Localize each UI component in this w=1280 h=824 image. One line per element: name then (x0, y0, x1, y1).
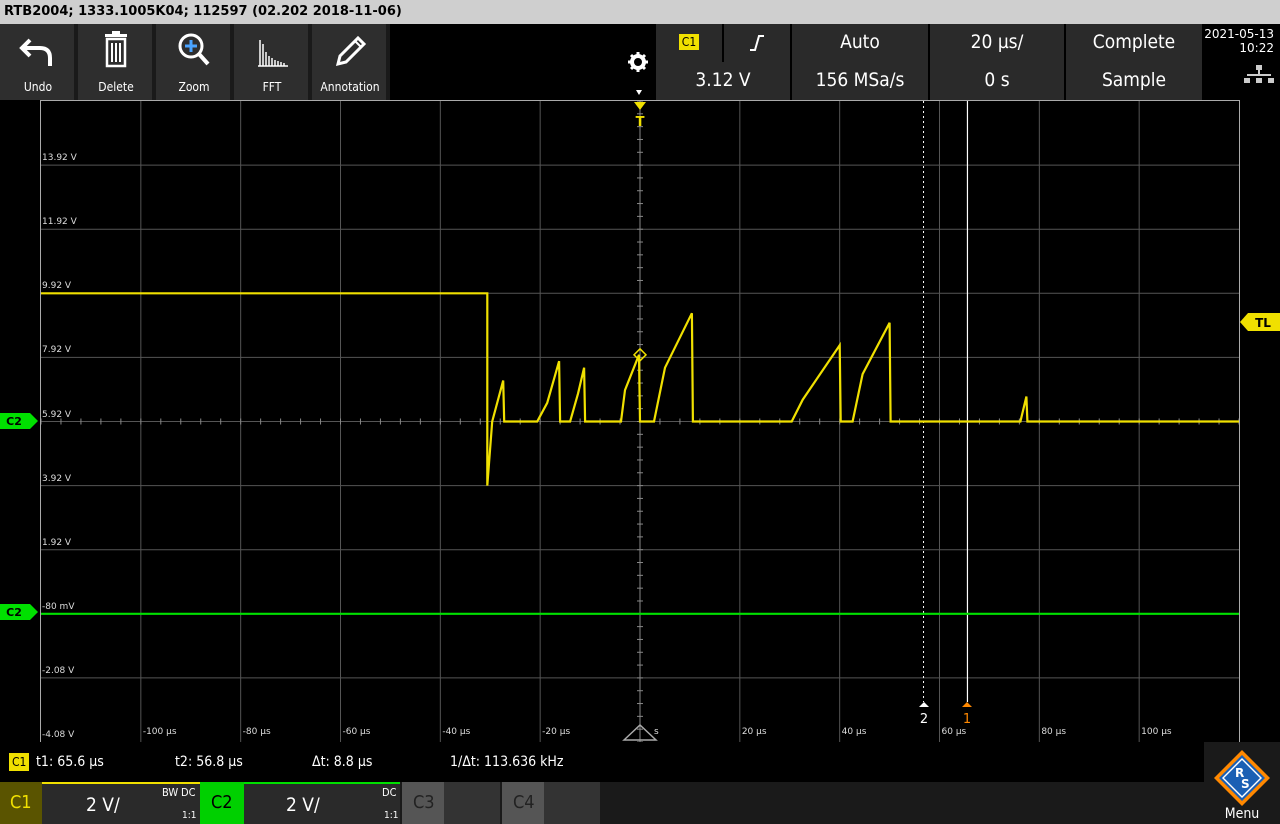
menu-label: Menu (1224, 806, 1260, 822)
rising-edge-icon (750, 35, 764, 51)
acquisition-state-box[interactable]: Complete (1066, 24, 1202, 62)
zoom-label: Zoom (178, 80, 210, 94)
c2-settings[interactable]: 2 V/ DC 1:1 (244, 782, 400, 824)
zoom-icon (178, 33, 210, 66)
c4-label: C4 (513, 792, 535, 813)
delete-label: Delete (98, 80, 134, 94)
cursor-1-label: 1 (963, 712, 971, 726)
c1-button[interactable]: C1 (0, 782, 42, 824)
c1-probe: 1:1 (182, 810, 197, 821)
cursor-t2: t2: 56.8 µs (175, 754, 243, 770)
x-tick-label: -40 µs (442, 727, 471, 737)
c2-ground-marker[interactable]: C2 (0, 604, 38, 620)
y-tick-label: -4.08 V (42, 730, 75, 740)
c1-scale: 2 V/ (86, 794, 120, 816)
datetime: 2021-05-13 10:22 (1204, 24, 1280, 100)
c4-button[interactable]: C4 (502, 782, 544, 824)
c2-ground-label: C2 (6, 606, 22, 619)
fft-button[interactable]: FFT (234, 24, 310, 100)
undo-label: Undo (23, 80, 53, 94)
rs-logo-icon: R S (1214, 750, 1270, 806)
c2-probe: 1:1 (384, 810, 399, 821)
chevron-down-icon (636, 90, 642, 95)
x-tick-label: -60 µs (342, 727, 371, 737)
y-tick-label: -80 mV (42, 601, 75, 612)
x-tick-label: -20 µs (542, 727, 571, 737)
c3-settings[interactable] (444, 782, 500, 824)
c1-settings[interactable]: 2 V/ BW DC 1:1 (42, 782, 200, 824)
c1-label: C1 (10, 792, 32, 813)
waveform-plot (41, 101, 1239, 742)
cursor-t1: t1: 65.6 µs (36, 754, 104, 770)
trash-icon (105, 31, 127, 68)
c2-coupling: DC (382, 786, 397, 799)
c2-label: C2 (211, 792, 233, 813)
x-tick-label: 80 µs (1041, 727, 1067, 737)
trigger-position-marker[interactable]: T (632, 100, 648, 130)
sample-rate-box[interactable]: 156 MSa/s (792, 62, 928, 100)
delete-button[interactable]: Delete (78, 24, 154, 100)
menu-button[interactable]: R S Menu (1204, 742, 1280, 824)
y-tick-label: 1.92 V (42, 537, 72, 548)
channel-bar: C1 2 V/ BW DC 1:1 C2 2 V/ DC 1:1 C3 C4 (0, 782, 1280, 824)
trigger-mode-box[interactable]: Auto (792, 24, 928, 62)
time-text: 10:22 (1239, 41, 1274, 55)
y-tick-label: 7.92 V (42, 345, 72, 356)
y-tick-label: 5.92 V (42, 409, 72, 420)
trigger-slope-box[interactable] (724, 24, 790, 62)
c2-offset-marker[interactable]: C2 (0, 413, 38, 429)
acquisition-mode-box[interactable]: Sample (1066, 62, 1202, 100)
c2-offset-label: C2 (6, 415, 22, 428)
gear-icon[interactable] (624, 50, 652, 80)
undo-button[interactable]: Undo (0, 24, 76, 100)
trigger-source-box[interactable]: C1 (656, 24, 722, 62)
y-tick-label: 9.92 V (42, 281, 72, 292)
trigger-level-marker[interactable]: TL (1240, 313, 1280, 331)
annotation-button[interactable]: Annotation (312, 24, 388, 100)
cursor-2-label: 2 (920, 712, 928, 726)
fft-icon (258, 40, 288, 67)
x-tick-label: 40 µs (841, 727, 867, 737)
annotation-label: Annotation (320, 80, 380, 94)
trigger-level-label: TL (1255, 316, 1271, 330)
c2-button[interactable]: C2 (200, 782, 244, 824)
zoom-button[interactable]: Zoom (156, 24, 232, 100)
x-tick-label: 60 µs (941, 727, 967, 737)
y-tick-label: 13.92 V (42, 153, 77, 164)
x-tick-label: 20 µs (741, 727, 767, 737)
cursor-2-marker[interactable]: 2 (916, 700, 932, 726)
y-tick-label: 3.92 V (42, 473, 72, 484)
trigger-channel-badge: C1 (678, 34, 700, 50)
y-tick-label: -2.08 V (42, 665, 75, 676)
window-title: RTB2004; 1333.1005K04; 112597 (02.202 20… (0, 0, 1280, 24)
rs-logo-s: S (1241, 777, 1250, 791)
c1-coupling: DC (181, 786, 196, 799)
trigger-level-box[interactable]: 3.12 V (656, 62, 790, 100)
cursor-1-marker[interactable]: 1 (959, 700, 975, 726)
cursor-inverse-delta-t: 1/Δt: 113.636 kHz (450, 754, 564, 770)
waveform-display[interactable] (40, 100, 1240, 742)
cursor-delta-t: Δt: 8.8 µs (312, 754, 373, 770)
x-tick-label: -100 µs (142, 727, 177, 737)
horizontal-offset-box[interactable]: 0 s (930, 62, 1064, 100)
x-tick-label: s (654, 727, 659, 737)
c1-bw: BW (162, 786, 179, 799)
c2-scale: 2 V/ (286, 794, 320, 816)
fft-label: FFT (262, 80, 282, 94)
x-tick-label: -80 µs (242, 727, 271, 737)
pencil-icon (335, 35, 367, 67)
cursor-channel-badge: C1 (9, 753, 30, 771)
undo-icon (19, 38, 52, 66)
c4-settings[interactable] (544, 782, 600, 824)
x-tick-label: 100 µs (1141, 727, 1172, 737)
timebase-box[interactable]: 20 µs/ (930, 24, 1064, 62)
network-icon (1244, 65, 1274, 83)
trigger-marker-label: T (636, 115, 645, 130)
c3-label: C3 (413, 792, 435, 813)
y-tick-label: 11.92 V (42, 217, 77, 228)
c3-button[interactable]: C3 (402, 782, 444, 824)
cursor-readout: C1 t1: 65.6 µs t2: 56.8 µs Δt: 8.8 µs 1/… (0, 742, 1280, 782)
toolbar: Undo Delete Zoom FFT Annotation (0, 24, 390, 100)
date-text: 2021-05-13 (1204, 27, 1274, 41)
